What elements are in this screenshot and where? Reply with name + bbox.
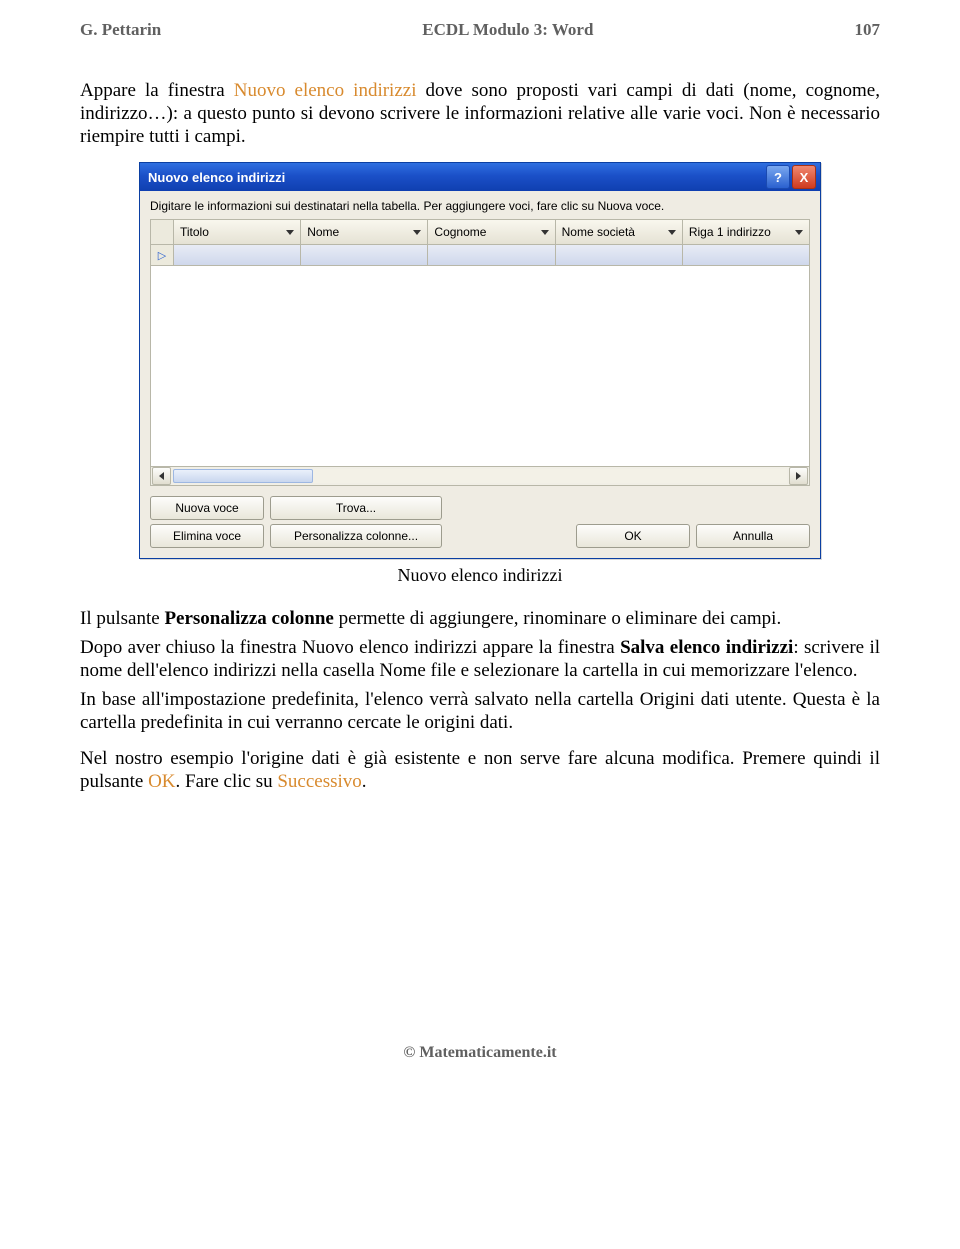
cell-input[interactable] — [174, 245, 301, 265]
page-footer: © Matematicamente.it — [80, 1044, 880, 1062]
cell-input[interactable] — [428, 245, 555, 265]
scroll-left-button[interactable] — [152, 467, 171, 485]
header-center: ECDL Modulo 3: Word — [422, 20, 593, 40]
scroll-track[interactable] — [173, 469, 787, 483]
new-address-list-dialog: Nuovo elenco indirizzi ? X Digitare le i… — [139, 162, 821, 559]
help-icon: ? — [774, 170, 782, 185]
chevron-down-icon — [541, 230, 549, 235]
new-entry-button[interactable]: Nuova voce — [150, 496, 264, 520]
column-header-row: Titolo Nome Cognome Nome società Riga 1 … — [150, 219, 810, 245]
paragraph: In base all'impostazione predefinita, l'… — [80, 689, 880, 735]
column-header[interactable]: Cognome — [428, 220, 555, 244]
customize-columns-button[interactable]: Personalizza colonne... — [270, 524, 442, 548]
cell-input[interactable] — [683, 245, 809, 265]
dialog-instruction: Digitare le informazioni sui destinatari… — [150, 199, 810, 213]
column-header[interactable]: Nome società — [556, 220, 683, 244]
cell-input[interactable] — [556, 245, 683, 265]
delete-entry-button[interactable]: Elimina voce — [150, 524, 264, 548]
chevron-down-icon — [795, 230, 803, 235]
chevron-down-icon — [413, 230, 421, 235]
bold-term: Personalizza colonne — [164, 608, 333, 629]
header-left: G. Pettarin — [80, 20, 161, 40]
chevron-down-icon — [668, 230, 676, 235]
cell-input[interactable] — [301, 245, 428, 265]
row-handle-header[interactable] — [151, 220, 174, 244]
header-page-number: 107 — [855, 20, 881, 40]
chevron-down-icon — [286, 230, 294, 235]
highlight-term: OK — [148, 771, 175, 792]
help-button[interactable]: ? — [766, 165, 790, 189]
table-row[interactable]: ▷ — [150, 245, 810, 266]
figure-caption: Nuovo elenco indirizzi — [80, 565, 880, 586]
cancel-button[interactable]: Annulla — [696, 524, 810, 548]
arrow-right-icon — [796, 472, 801, 480]
row-handle[interactable]: ▷ — [151, 245, 174, 265]
current-row-marker-icon: ▷ — [158, 249, 166, 262]
table-empty-area — [150, 266, 810, 467]
arrow-left-icon — [159, 472, 164, 480]
scroll-thumb[interactable] — [173, 469, 313, 483]
ok-button[interactable]: OK — [576, 524, 690, 548]
highlight-term: Nuovo elenco indirizzi — [234, 80, 417, 101]
close-icon: X — [800, 170, 809, 185]
dialog-title: Nuovo elenco indirizzi — [148, 170, 764, 185]
column-header[interactable]: Nome — [301, 220, 428, 244]
page-header: G. Pettarin ECDL Modulo 3: Word 107 — [80, 20, 880, 40]
paragraph: Nel nostro esempio l'origine dati è già … — [80, 748, 880, 794]
column-header[interactable]: Titolo — [174, 220, 301, 244]
scroll-right-button[interactable] — [789, 467, 808, 485]
find-button[interactable]: Trova... — [270, 496, 442, 520]
highlight-term: Successivo — [277, 771, 361, 792]
dialog-titlebar[interactable]: Nuovo elenco indirizzi ? X — [140, 163, 820, 191]
intro-paragraph: Appare la finestra Nuovo elenco indirizz… — [80, 80, 880, 148]
horizontal-scrollbar[interactable] — [150, 467, 810, 486]
paragraph: Il pulsante Personalizza colonne permett… — [80, 608, 880, 631]
column-header[interactable]: Riga 1 indirizzo — [683, 220, 809, 244]
bold-term: Salva elenco indirizzi — [620, 637, 793, 658]
close-button[interactable]: X — [792, 165, 816, 189]
paragraph: Dopo aver chiuso la finestra Nuovo elenc… — [80, 637, 880, 683]
